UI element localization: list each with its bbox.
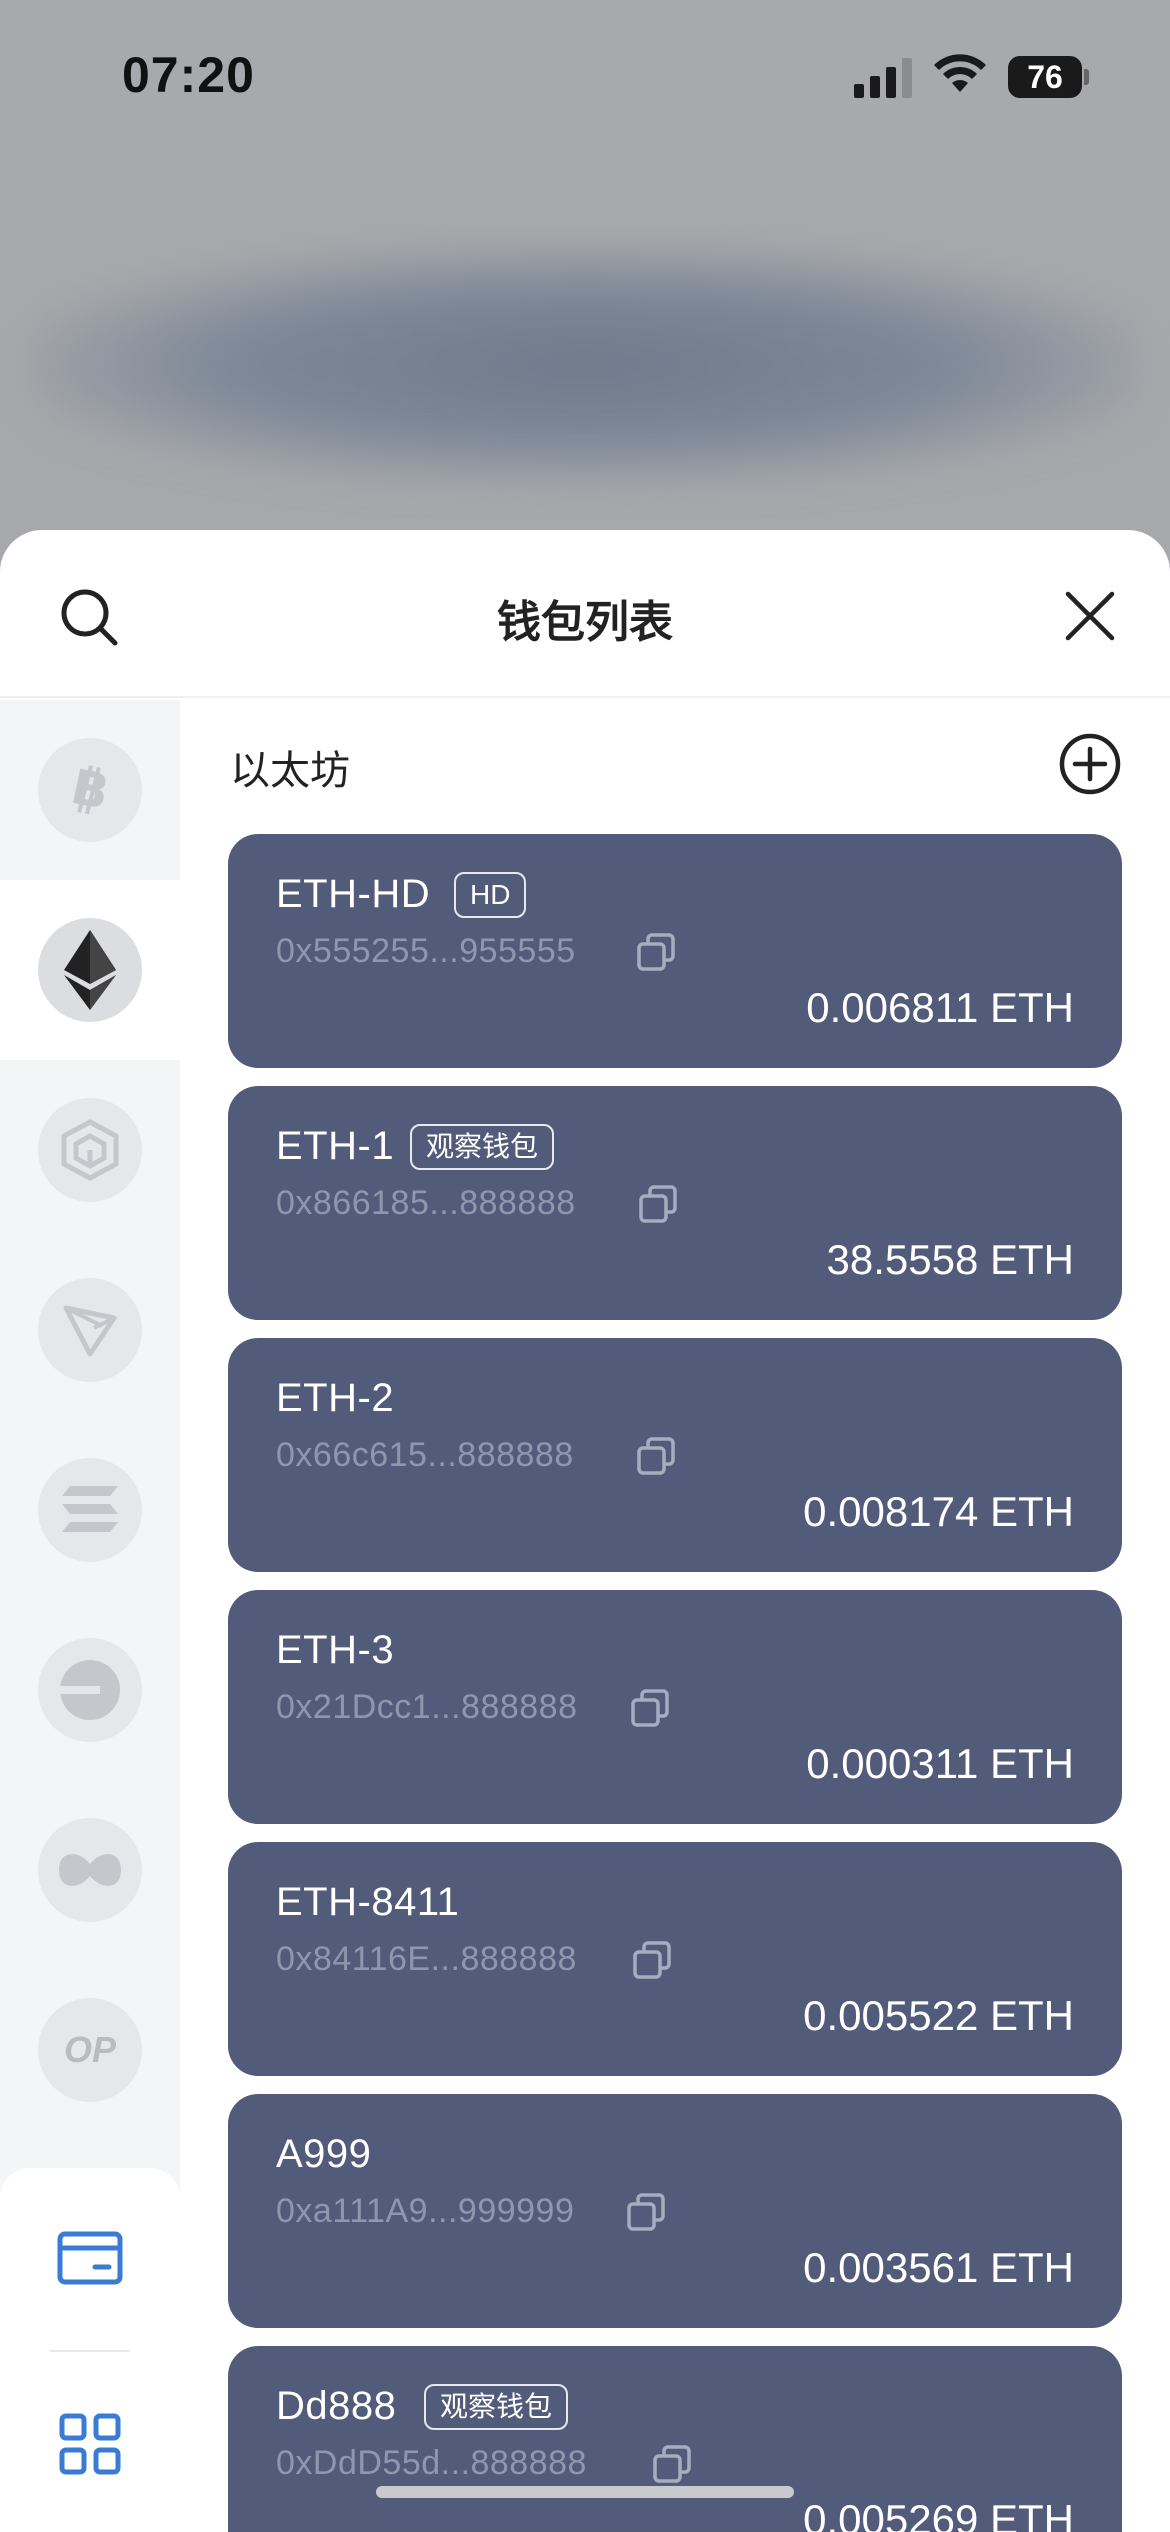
optimism-icon: OP <box>38 1998 142 2102</box>
wallet-balance: 0.000311 ETH <box>806 1740 1074 1787</box>
battery-cap <box>1084 69 1089 85</box>
wallet-name: ETH-2 <box>276 1376 395 1420</box>
wallet-name: A999 <box>276 2132 372 2176</box>
sidebar-item-hyperliquid[interactable] <box>0 1780 180 1960</box>
wallet-address: 0xa111A9...999999 <box>276 2192 575 2230</box>
wallet-card[interactable]: ETH-1 观察钱包 0x866185...888888 38.5558 ETH <box>228 1086 1122 1320</box>
wallet-balance: 0.005269 ETH <box>803 2496 1074 2532</box>
sidebar-divider <box>50 2350 130 2352</box>
wallet-card[interactable]: ETH-HD HD 0x555255...955555 0.006811 ETH <box>228 834 1122 1068</box>
card-icon <box>57 2231 123 2285</box>
solana-icon <box>38 1458 142 1562</box>
wallet-card[interactable]: ETH-8411 0x84116E...888888 0.005522 ETH <box>228 1842 1122 2076</box>
hyperliquid-icon <box>38 1818 142 1922</box>
chain-sidebar: B OP <box>0 700 180 2532</box>
background-blur-shape <box>30 250 1140 480</box>
sidebar-item-bitcoin[interactable]: B <box>0 700 180 880</box>
sidebar-item-optimism[interactable]: OP <box>0 1960 180 2140</box>
wallet-address: 0xDdD55d...888888 <box>276 2444 587 2482</box>
copy-icon[interactable] <box>630 1688 670 1728</box>
battery-level: 76 <box>1008 56 1082 98</box>
wallet-card[interactable]: A999 0xa111A9...999999 0.003561 ETH <box>228 2094 1122 2328</box>
copy-icon[interactable] <box>632 1940 672 1980</box>
wallet-name: ETH-8411 <box>276 1880 460 1924</box>
sidebar-item-base[interactable] <box>0 1600 180 1780</box>
wallet-name: Dd888 <box>276 2384 397 2428</box>
add-wallet-button[interactable] <box>1058 732 1122 796</box>
chain-section-title: 以太坊 <box>230 749 350 793</box>
copy-icon[interactable] <box>652 2444 692 2484</box>
sidebar-item-tron[interactable] <box>0 1240 180 1420</box>
wallet-name: ETH-1 <box>276 1124 395 1168</box>
page-title: 钱包列表 <box>497 598 673 647</box>
close-icon[interactable] <box>1062 588 1118 644</box>
sidebar-tools <box>0 2168 180 2532</box>
wifi-icon <box>934 54 986 92</box>
copy-icon[interactable] <box>636 1436 676 1476</box>
wallet-address: 0x21Dcc1...888888 <box>276 1688 578 1726</box>
wallet-address: 0x84116E...888888 <box>276 1940 577 1978</box>
wallet-badge: HD <box>454 872 527 918</box>
wallet-balance: 0.008174 ETH <box>803 1488 1074 1535</box>
wallet-name: ETH-3 <box>276 1628 395 1672</box>
sheet-header: 钱包列表 <box>0 530 1170 698</box>
bnb-chain-icon <box>38 1098 142 1202</box>
cellular-signal-icon <box>854 58 912 98</box>
copy-icon[interactable] <box>638 1184 678 1224</box>
grid-icon <box>59 2413 121 2475</box>
copy-icon[interactable] <box>626 2192 666 2232</box>
sidebar-item-solana[interactable] <box>0 1420 180 1600</box>
bitcoin-icon: B <box>38 738 142 842</box>
ethereum-icon <box>38 918 142 1022</box>
base-icon <box>38 1638 142 1742</box>
wallet-balance: 38.5558 ETH <box>826 1236 1075 1283</box>
wallet-address: 0x66c615...888888 <box>276 1436 574 1474</box>
wallet-list-main: 以太坊 ETH-HD HD 0x555255...955555 0.006811… <box>180 700 1170 2532</box>
battery-indicator: 76 <box>1008 56 1089 98</box>
status-bar: 07:20 76 <box>0 0 1170 150</box>
optimism-label: OP <box>63 2029 116 2070</box>
wallet-card[interactable]: ETH-3 0x21Dcc1...888888 0.000311 ETH <box>228 1590 1122 1824</box>
wallet-card[interactable]: Dd888 观察钱包 0xDdD55d...888888 0.005269 ET… <box>228 2346 1122 2532</box>
sidebar-item-bnb-chain[interactable] <box>0 1060 180 1240</box>
wallet-balance: 0.005522 ETH <box>803 1992 1074 2039</box>
wallet-name: ETH-HD <box>276 872 431 916</box>
sidebar-item-ethereum[interactable] <box>0 880 180 1060</box>
wallet-address: 0x555255...955555 <box>276 932 576 970</box>
status-time: 07:20 <box>122 47 255 103</box>
wallet-list-sheet: 钱包列表 B OP 以太坊 ETH-HD HD 0x555255...95555… <box>0 530 1170 2532</box>
wallet-card[interactable]: ETH-2 0x66c615...888888 0.008174 ETH <box>228 1338 1122 1572</box>
wallet-balance: 0.003561 ETH <box>803 2244 1074 2291</box>
watch-wallet-badge: 观察钱包 <box>424 2384 569 2430</box>
wallet-address: 0x866185...888888 <box>276 1184 576 1222</box>
copy-icon[interactable] <box>636 932 676 972</box>
wallet-balance: 0.006811 ETH <box>806 984 1074 1031</box>
wallet-card-button[interactable] <box>0 2168 180 2348</box>
apps-grid-button[interactable] <box>0 2354 180 2532</box>
watch-wallet-badge: 观察钱包 <box>410 1124 555 1170</box>
home-indicator[interactable] <box>376 2486 794 2498</box>
tron-icon <box>38 1278 142 1382</box>
